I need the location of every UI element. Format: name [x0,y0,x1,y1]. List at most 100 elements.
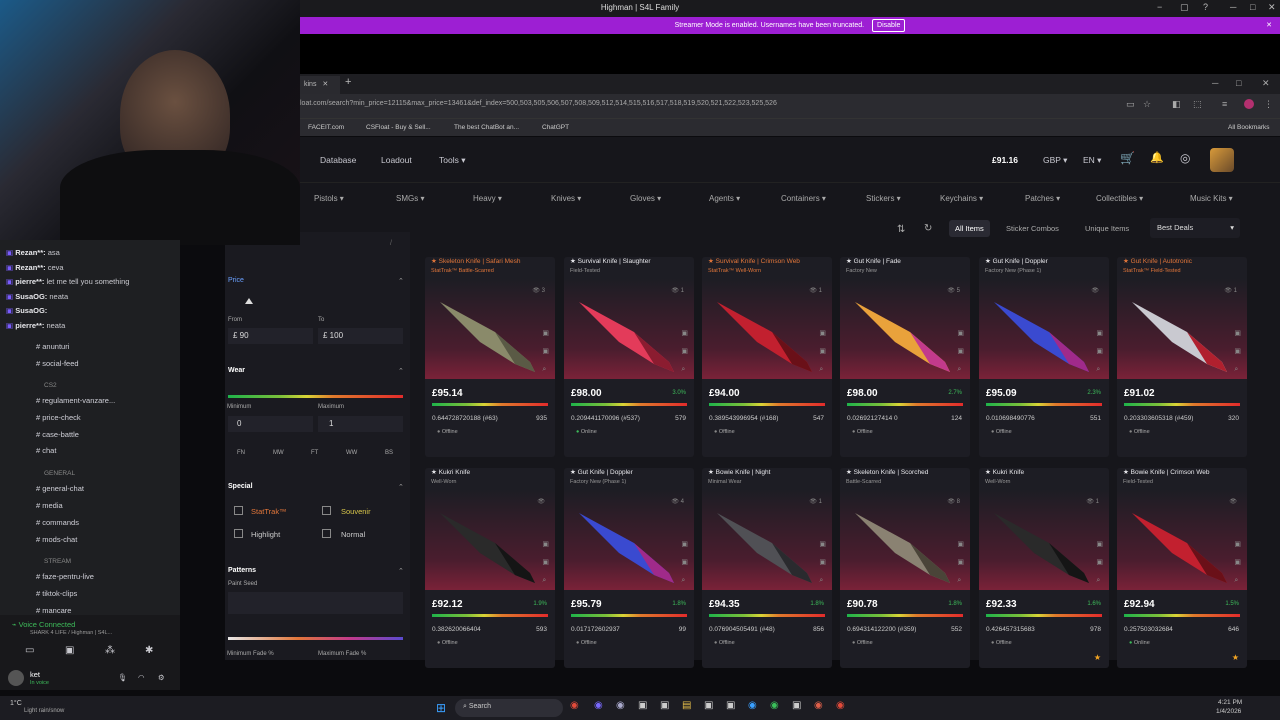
screenshot-icon[interactable]: ▣ [1234,343,1241,361]
category-heavy[interactable]: Heavy ▾ [473,194,502,203]
channel-item[interactable]: # mancare [36,606,71,615]
new-tab-icon[interactable]: + [345,76,351,88]
chevron-up-icon[interactable]: ⌃ [398,567,404,575]
category-pistols[interactable]: Pistols ▾ [314,194,344,203]
taskbar-search[interactable]: ⌕ Search [455,699,563,717]
wear-mw[interactable]: MW [273,450,284,456]
maximize-icon[interactable]: □ [1236,78,1241,88]
bookmark-star-icon[interactable]: ☆ [1143,99,1151,110]
price-to-input[interactable]: £ 100 [318,328,403,344]
media-icon[interactable]: ≡ [1222,99,1227,109]
highlight-checkbox[interactable] [234,529,243,538]
category-keychains[interactable]: Keychains ▾ [940,194,983,203]
channel-item[interactable]: # mods-chat [36,535,77,544]
minimize-icon[interactable]: − [1157,2,1162,12]
tab-sticker-combos[interactable]: Sticker Combos [1006,224,1059,233]
clock-date[interactable]: 1/4/2026 [1216,708,1241,715]
extension-icon[interactable]: ◧ [1172,99,1181,110]
filter-icon[interactable]: ⇅ [897,224,905,235]
inspect-icon[interactable]: ▣ [1234,325,1241,343]
channel-item[interactable]: # social-feed [36,359,79,368]
nav-tools[interactable]: Tools ▾ [439,155,465,166]
sort-select[interactable]: Best Deals ▾ [1150,218,1240,238]
gear-icon[interactable]: ⚙ [158,673,165,682]
windows-start-icon[interactable]: ⊞ [436,701,446,715]
screenshot-icon[interactable]: ▣ [681,343,688,361]
wallet-balance[interactable]: £91.16 [992,155,1018,165]
headphones-icon[interactable]: ◠ [138,673,145,682]
channel-item[interactable]: # anunturi [36,342,69,351]
zoom-icon[interactable]: ⌕ [1096,572,1103,590]
channel-item[interactable]: # chat [36,446,56,455]
channel-item[interactable]: # general-chat [36,484,84,493]
screenshot-icon[interactable]: ▣ [957,343,964,361]
souvenir-checkbox[interactable] [322,506,331,515]
channel-category[interactable]: CS2 [44,382,57,389]
app-icon[interactable]: ▣ [638,700,647,711]
item-card[interactable]: ★ Gut Knife | Doppler Factory New (Phase… [979,257,1109,457]
inspect-icon[interactable]: ▣ [542,325,549,343]
item-card[interactable]: ★ Gut Knife | Autotronic StatTrak™ Field… [1117,257,1247,457]
inspect-icon[interactable]: ▣ [819,325,826,343]
wear-fn[interactable]: FN [237,450,245,456]
screenshot-icon[interactable]: ▣ [1234,554,1241,572]
inspect-icon[interactable]: ▣ [1096,325,1103,343]
zoom-icon[interactable]: ⌕ [819,572,826,590]
channel-item[interactable]: # media [36,501,63,510]
category-music-kits[interactable]: Music Kits ▾ [1190,194,1233,203]
support-icon[interactable]: ◎ [1180,151,1190,165]
profile-avatar[interactable] [1244,99,1254,109]
minimize-icon[interactable]: ─ [1212,78,1218,88]
chevron-up-icon[interactable]: ⌃ [398,483,404,491]
channel-item[interactable]: # commands [36,518,79,527]
item-card[interactable]: ★ Gut Knife | Doppler Factory New (Phase… [564,468,694,668]
wear-max-input[interactable]: 1 [318,416,403,432]
stattrak-checkbox[interactable] [234,506,243,515]
wear-bs[interactable]: BS [385,450,393,456]
item-card[interactable]: ★ Kukri Knife Well-Worn 👁 ▣ ▣ ⌕ £92.12 1.9… [425,468,555,668]
app-icon[interactable]: ▣ [660,700,669,711]
language-select[interactable]: EN ▾ [1083,155,1101,166]
channel-item[interactable]: # tiktok-clips [36,589,77,598]
restore-icon[interactable]: ▢ [1180,2,1189,13]
wear-ft[interactable]: FT [311,450,318,456]
screenshot-icon[interactable]: ▣ [819,554,826,572]
category-smgs[interactable]: SMGs ▾ [396,194,424,203]
item-card[interactable]: ★ Kukri Knife Well-Worn 👁 1 ▣ ▣ ⌕ £92.33 1… [979,468,1109,668]
screenshot-icon[interactable]: ▣ [1096,554,1103,572]
star-icon[interactable]: ★ [1232,653,1239,662]
screenshot-icon[interactable]: ▣ [957,554,964,572]
mic-icon[interactable]: 🎙 [118,673,128,682]
app-icon[interactable]: ◉ [770,700,779,711]
category-patches[interactable]: Patches ▾ [1025,194,1060,203]
channel-item[interactable]: # regulament-vanzare... [36,396,115,405]
zoom-icon[interactable]: ⌕ [957,572,964,590]
bookmark-faceit[interactable]: FACEIT.com [308,124,344,131]
zoom-icon[interactable]: ⌕ [1234,361,1241,379]
discord-icon[interactable]: ◉ [594,700,603,711]
zoom-icon[interactable]: ⌕ [1234,572,1241,590]
bookmark-chatgpt[interactable]: ChatGPT [542,124,569,131]
activity-icon[interactable]: ⁂ [105,645,115,656]
channel-item[interactable]: # price-check [36,413,81,422]
folder-icon[interactable]: ▤ [682,700,691,711]
wear-min-input[interactable]: 0 [228,416,313,432]
nav-loadout[interactable]: Loadout [381,155,412,165]
item-card[interactable]: ★ Skeleton Knife | Scorched Battle-Scarr… [840,468,970,668]
app-icon[interactable]: ▣ [726,700,735,711]
menu-icon[interactable]: ⋮ [1264,99,1273,110]
inspect-icon[interactable]: ▣ [1096,536,1103,554]
zoom-icon[interactable]: ⌕ [957,361,964,379]
category-gloves[interactable]: Gloves ▾ [630,194,661,203]
chrome-icon[interactable]: ◉ [570,700,579,711]
item-card[interactable]: ★ Survival Knife | Crimson Web StatTrak™… [702,257,832,457]
inspect-icon[interactable]: ▣ [542,536,549,554]
user-avatar[interactable] [1210,148,1234,172]
item-card[interactable]: ★ Survival Knife | Slaughter Field-Teste… [564,257,694,457]
item-card[interactable]: ★ Bowie Knife | Crimson Web Field-Tested… [1117,468,1247,668]
app-icon[interactable]: ◉ [814,700,823,711]
tab-unique-items[interactable]: Unique Items [1085,224,1129,233]
inspect-icon[interactable]: ▣ [1234,536,1241,554]
inspect-icon[interactable]: ▣ [819,536,826,554]
zoom-icon[interactable]: ⌕ [1096,361,1103,379]
